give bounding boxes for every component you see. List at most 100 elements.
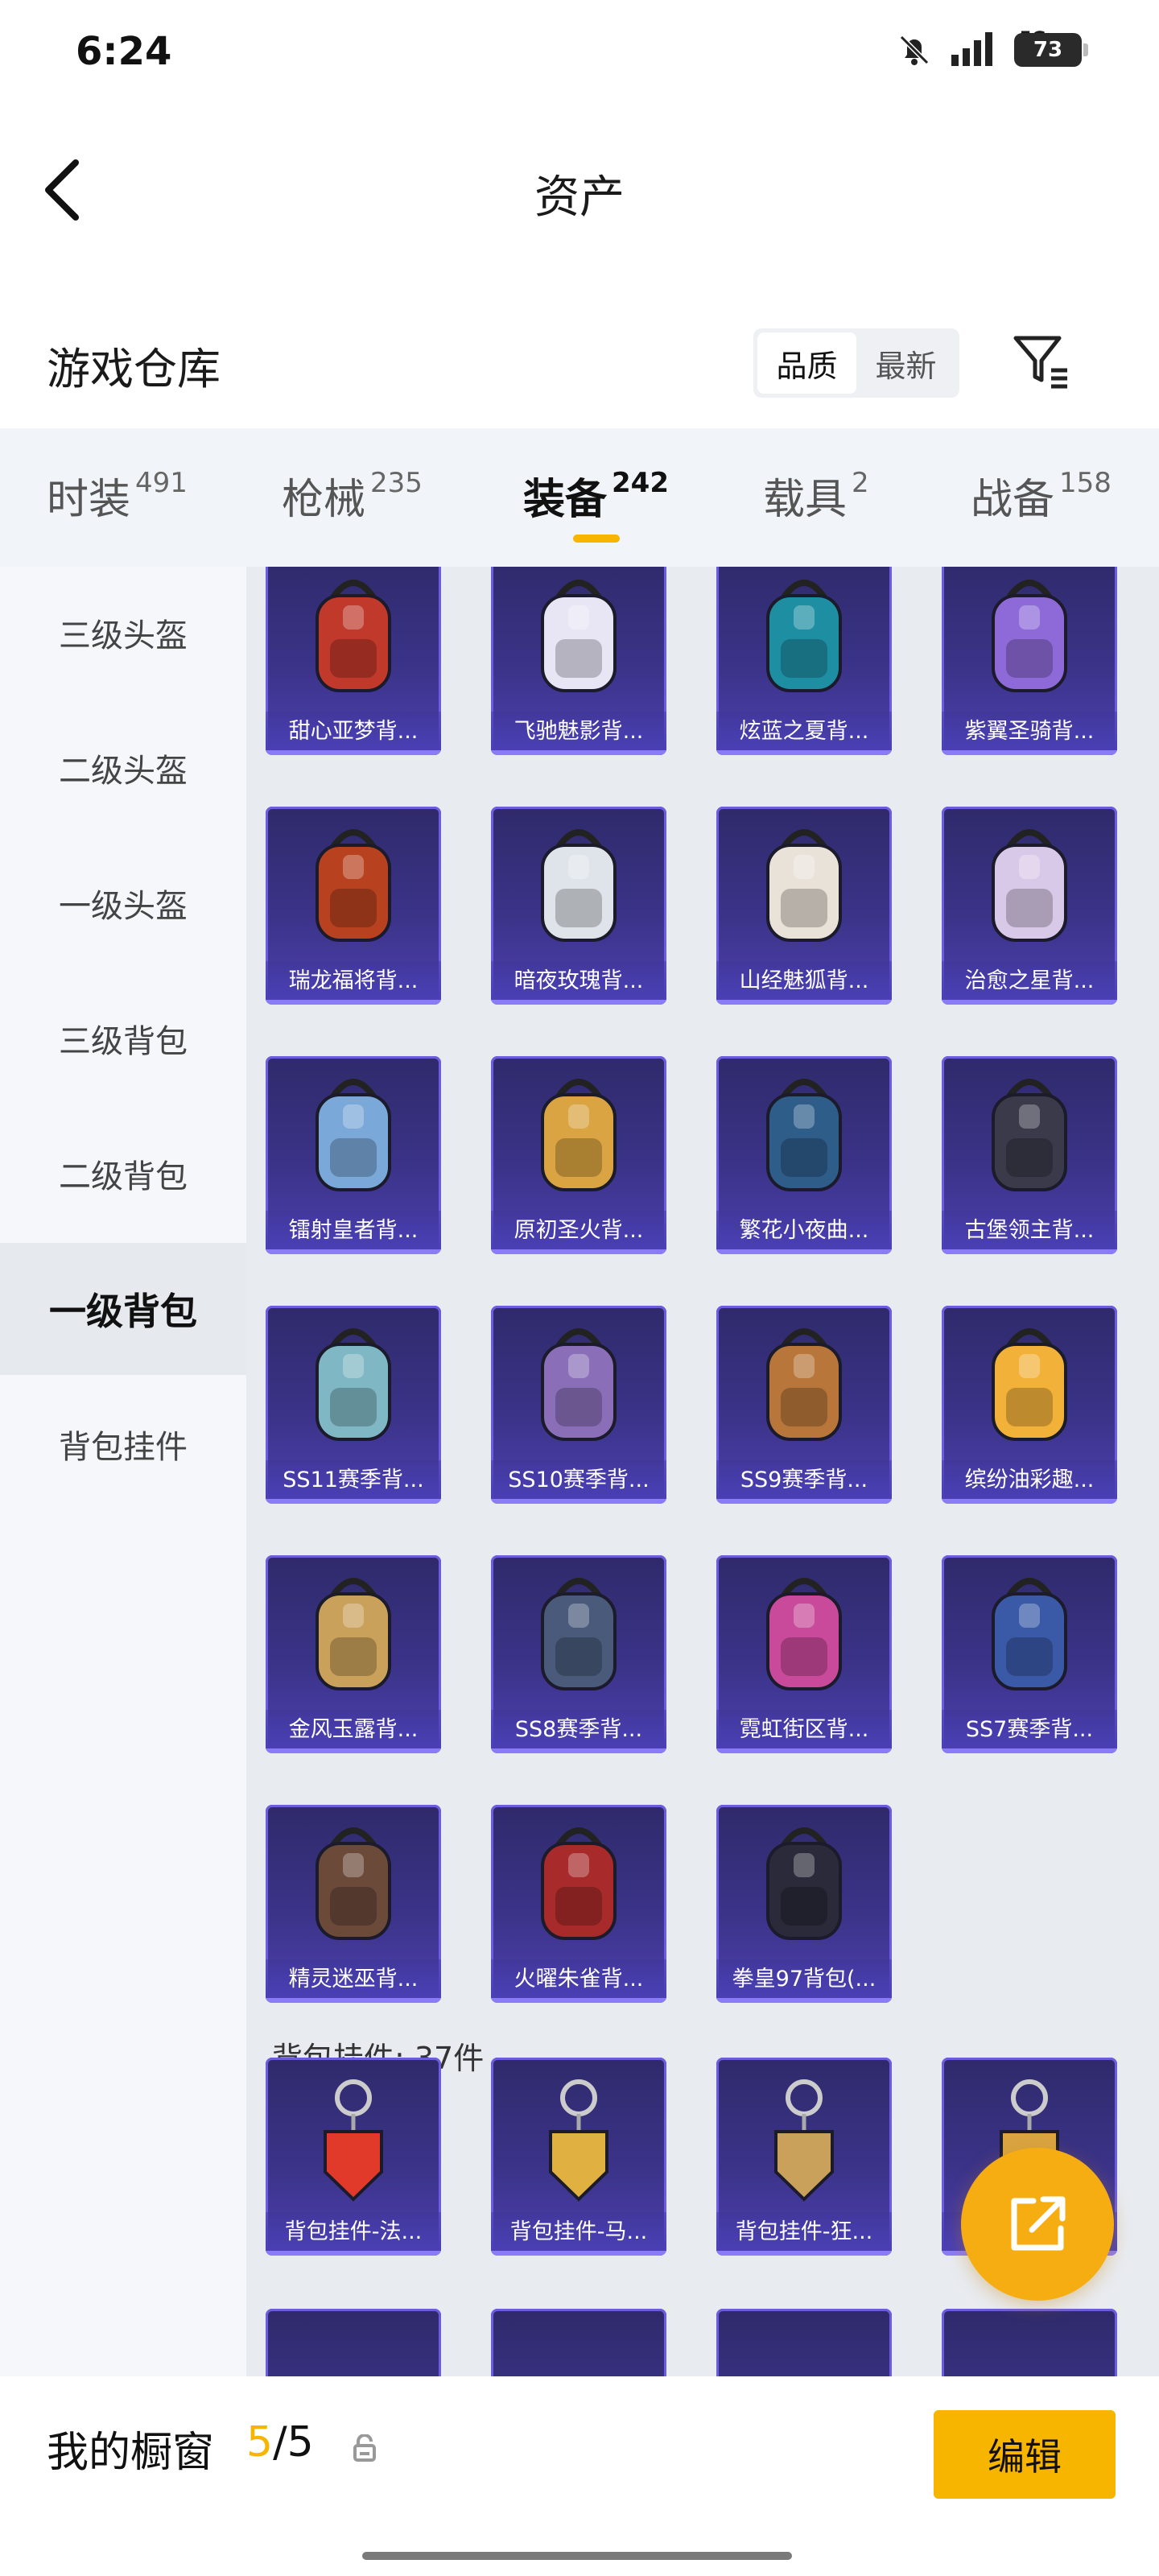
- tab-fashion[interactable]: 时装 491: [47, 465, 188, 526]
- backpack-icon: [526, 1571, 631, 1708]
- item-card[interactable]: 背包挂件-法...: [266, 2058, 441, 2256]
- item-card-partial[interactable]: [716, 2309, 892, 2376]
- item-card-label: SS11赛季背...: [266, 1460, 441, 1501]
- backpack-icon: [977, 1322, 1082, 1459]
- sidebar-item-level2-backpack[interactable]: 二级背包: [0, 1108, 246, 1240]
- tab-vehicles[interactable]: 载具 2: [763, 465, 869, 526]
- item-card[interactable]: 炫蓝之夏背...: [716, 567, 892, 755]
- sort-by-quality-button[interactable]: 品质: [757, 332, 856, 394]
- item-card[interactable]: 拳皇97背包(...: [716, 1805, 892, 2003]
- item-card[interactable]: 背包挂件-狂...: [716, 2058, 892, 2256]
- tab-count: 158: [1059, 467, 1112, 499]
- item-card[interactable]: 原初圣火背...: [491, 1056, 666, 1254]
- battery-level: 73: [1033, 38, 1063, 62]
- item-card[interactable]: 霓虹街区背...: [716, 1555, 892, 1753]
- share-button[interactable]: [961, 2148, 1114, 2301]
- backpack-icon: [977, 823, 1082, 960]
- battery-icon: 73: [1014, 33, 1088, 67]
- sidebar-item-level3-backpack[interactable]: 三级背包: [0, 972, 246, 1104]
- backpack-icon: [526, 823, 631, 960]
- backpack-icon: [301, 1571, 406, 1708]
- item-card[interactable]: SS11赛季背...: [266, 1306, 441, 1504]
- item-card[interactable]: SS8赛季背...: [491, 1555, 666, 1753]
- backpack-icon: [977, 1072, 1082, 1209]
- backpack-icon: [752, 1072, 856, 1209]
- showcase-bar: 我的橱窗 5/5 编辑: [0, 2376, 1159, 2576]
- card-rarity-bar: [266, 1748, 441, 1753]
- tab-label: 时装: [47, 476, 131, 524]
- item-card-label: 治愈之星背...: [942, 961, 1117, 1001]
- page-title: 资产: [534, 171, 625, 224]
- tab-weapons[interactable]: 枪械 235: [282, 465, 423, 526]
- item-card[interactable]: 背包挂件-马...: [491, 2058, 666, 2256]
- item-card[interactable]: 精灵迷巫背...: [266, 1805, 441, 2003]
- status-bar: 6:24 5G 73: [0, 0, 1159, 105]
- showcase-count: 5/5: [246, 2418, 314, 2467]
- filter-icon[interactable]: [1011, 333, 1072, 391]
- item-card[interactable]: SS10赛季背...: [491, 1306, 666, 1504]
- item-card-label: 金风玉露背...: [266, 1710, 441, 1750]
- item-card-label: 背包挂件-法...: [266, 2212, 441, 2252]
- tab-equipment[interactable]: 装备 242: [523, 465, 669, 526]
- backpack-icon: [752, 823, 856, 960]
- card-rarity-bar: [491, 750, 666, 755]
- item-card-partial[interactable]: [491, 2309, 666, 2376]
- card-rarity-bar: [716, 1748, 892, 1753]
- item-card-partial[interactable]: [266, 2309, 441, 2376]
- backpack-icon: [977, 1571, 1082, 1708]
- backpack-icon: [977, 573, 1082, 710]
- item-card[interactable]: 暗夜玫瑰背...: [491, 807, 666, 1005]
- item-card-label: 缤纷油彩趣...: [942, 1460, 1117, 1501]
- backpack-icon: [752, 1322, 856, 1459]
- status-time: 6:24: [76, 29, 172, 74]
- item-card[interactable]: SS7赛季背...: [942, 1555, 1117, 1753]
- sidebar-item-level2-helmet[interactable]: 二级头盔: [0, 702, 246, 834]
- sidebar-item-level3-helmet[interactable]: 三级头盔: [0, 567, 246, 699]
- sidebar-item-level1-helmet[interactable]: 一级头盔: [0, 837, 246, 969]
- sidebar-item-level1-backpack[interactable]: 一级背包: [0, 1243, 246, 1375]
- item-card[interactable]: SS9赛季背...: [716, 1306, 892, 1504]
- sidebar-item-backpack-charm[interactable]: 背包挂件: [0, 1378, 246, 1510]
- card-rarity-bar: [266, 1000, 441, 1005]
- backpack-icon: [526, 573, 631, 710]
- item-card-label: 镭射皇者背...: [266, 1211, 441, 1251]
- item-card[interactable]: 瑞龙福将背...: [266, 807, 441, 1005]
- item-card[interactable]: 繁花小夜曲...: [716, 1056, 892, 1254]
- backpack-icon: [526, 1322, 631, 1459]
- card-rarity-bar: [942, 1748, 1117, 1753]
- card-rarity-bar: [716, 1499, 892, 1504]
- item-card[interactable]: 火曜朱雀背...: [491, 1805, 666, 2003]
- backpack-icon: [301, 573, 406, 710]
- item-card[interactable]: 治愈之星背...: [942, 807, 1117, 1005]
- tab-label: 载具: [763, 476, 848, 524]
- card-rarity-bar: [716, 1000, 892, 1005]
- backpack-icon: [301, 1072, 406, 1209]
- item-card-partial[interactable]: [942, 2309, 1117, 2376]
- item-card[interactable]: 镭射皇者背...: [266, 1056, 441, 1254]
- card-rarity-bar: [942, 1499, 1117, 1504]
- tab-label: 装备: [523, 476, 608, 524]
- tab-combat-gear[interactable]: 战备 158: [971, 465, 1112, 526]
- item-card[interactable]: 金风玉露背...: [266, 1555, 441, 1753]
- item-card-label: 拳皇97背包(...: [716, 1959, 892, 2000]
- item-card-label: 火曜朱雀背...: [491, 1959, 666, 2000]
- item-card-label: 飞驰魅影背...: [491, 712, 666, 752]
- showcase-title: 我的橱窗: [47, 2429, 215, 2477]
- edit-button[interactable]: 编辑: [934, 2410, 1116, 2499]
- item-card[interactable]: 缤纷油彩趣...: [942, 1306, 1117, 1504]
- item-card[interactable]: 山经魅狐背...: [716, 807, 892, 1005]
- card-rarity-bar: [266, 750, 441, 755]
- card-rarity-bar: [491, 1998, 666, 2003]
- card-rarity-bar: [491, 1499, 666, 1504]
- sort-by-newest-button[interactable]: 最新: [856, 332, 955, 394]
- item-card-label: SS7赛季背...: [942, 1710, 1117, 1750]
- item-card-label: 霓虹街区背...: [716, 1710, 892, 1750]
- item-card[interactable]: 古堡领主背...: [942, 1056, 1117, 1254]
- item-card[interactable]: 甜心亚梦背...: [266, 567, 441, 755]
- item-card-label: 暗夜玫瑰背...: [491, 961, 666, 1001]
- backpack-icon: [752, 1571, 856, 1708]
- backpack-icon: [301, 1322, 406, 1459]
- item-card[interactable]: 紫翼圣骑背...: [942, 567, 1117, 755]
- item-card-label: 瑞龙福将背...: [266, 961, 441, 1001]
- item-card[interactable]: 飞驰魅影背...: [491, 567, 666, 755]
